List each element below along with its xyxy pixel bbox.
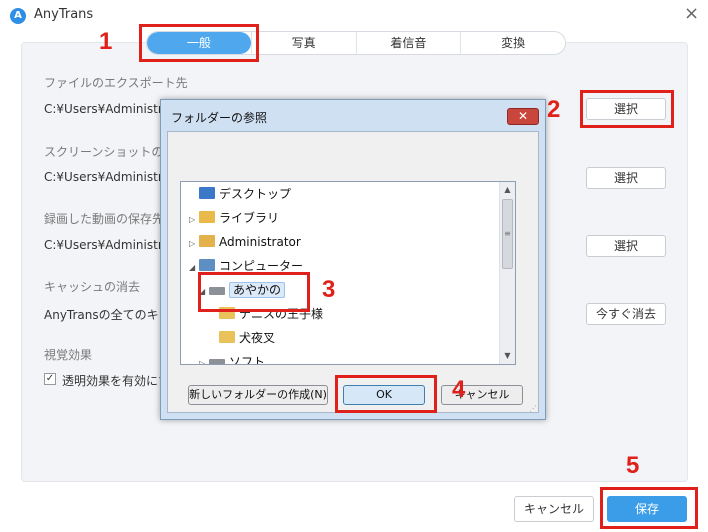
tree-item-desktop[interactable]: デスクトップ xyxy=(189,184,291,204)
computer-icon xyxy=(199,259,215,271)
close-window-button[interactable]: × xyxy=(684,4,699,24)
desktop-icon xyxy=(199,187,215,199)
dialog-close-button[interactable]: ✕ xyxy=(507,108,539,125)
clear-cache-button[interactable]: 今すぐ消去 xyxy=(586,303,666,325)
step-number: 2 xyxy=(547,96,561,123)
screenshot-section-label: スクリーンショットの保存先 xyxy=(44,145,160,159)
scroll-down-icon[interactable]: ▼ xyxy=(500,348,515,364)
cancel-button[interactable]: キャンセル xyxy=(514,496,594,522)
step-number: 4 xyxy=(452,376,466,403)
folder-icon xyxy=(219,331,235,343)
visual-section-label: 視覚効果 xyxy=(44,348,93,362)
cache-description: AnyTransの全てのキャッシュを消去 xyxy=(44,308,164,322)
recording-select-button[interactable]: 選択 xyxy=(586,235,666,257)
dialog-title: フォルダーの参照 xyxy=(171,111,268,125)
recording-section-label: 録画した動画の保存先 xyxy=(44,212,160,226)
highlight-box-tab xyxy=(139,24,259,62)
step-number: 5 xyxy=(626,452,640,479)
tab-ringtones[interactable]: 着信音 xyxy=(355,32,461,54)
tree-item-administrator[interactable]: ▷ Administrator xyxy=(189,232,301,252)
library-icon xyxy=(199,211,215,223)
step-number: 1 xyxy=(99,28,113,55)
tab-convert[interactable]: 変換 xyxy=(460,32,565,54)
drive-icon xyxy=(209,359,225,364)
tree-scrollbar[interactable]: ▲ ≡ ▼ xyxy=(499,182,515,364)
tree-item-library[interactable]: ▷ ライブラリ xyxy=(189,208,279,228)
folder-browse-dialog: フォルダーの参照 ✕ デスクトップ ▷ ライブラリ ▷ Administrator … xyxy=(160,99,546,420)
user-folder-icon xyxy=(199,235,215,247)
anytrans-logo-icon: A xyxy=(10,8,26,24)
highlight-box-save xyxy=(600,487,698,529)
highlight-box-ok xyxy=(335,375,437,413)
scroll-thumb[interactable]: ≡ xyxy=(502,199,513,269)
resize-grip-icon[interactable]: ⋰ xyxy=(529,404,537,413)
highlight-box-select xyxy=(580,90,674,128)
transparency-label: 透明効果を有効にする xyxy=(62,374,162,388)
highlight-box-folder xyxy=(198,272,310,312)
scroll-up-icon[interactable]: ▲ xyxy=(500,182,515,198)
step-number: 3 xyxy=(322,276,336,303)
screenshot-select-button[interactable]: 選択 xyxy=(586,167,666,189)
recording-path: C:¥Users¥Administrator xyxy=(44,238,164,252)
cache-section-label: キャッシュの消去 xyxy=(44,280,141,294)
tab-photos[interactable]: 写真 xyxy=(250,32,356,54)
tree-item-inuyasha[interactable]: 犬夜叉 xyxy=(219,328,275,348)
transparency-checkbox[interactable]: ✓ xyxy=(44,373,56,385)
export-section-label: ファイルのエクスポート先 xyxy=(44,76,188,90)
export-path: C:¥Users¥Administrator xyxy=(44,102,164,116)
tree-item-soft[interactable]: ▷ ソフト xyxy=(199,352,265,364)
app-title: AnyTrans xyxy=(34,7,94,22)
screenshot-path: C:¥Users¥Administrator xyxy=(44,170,164,184)
new-folder-button[interactable]: 新しいフォルダーの作成(N) xyxy=(188,385,328,405)
